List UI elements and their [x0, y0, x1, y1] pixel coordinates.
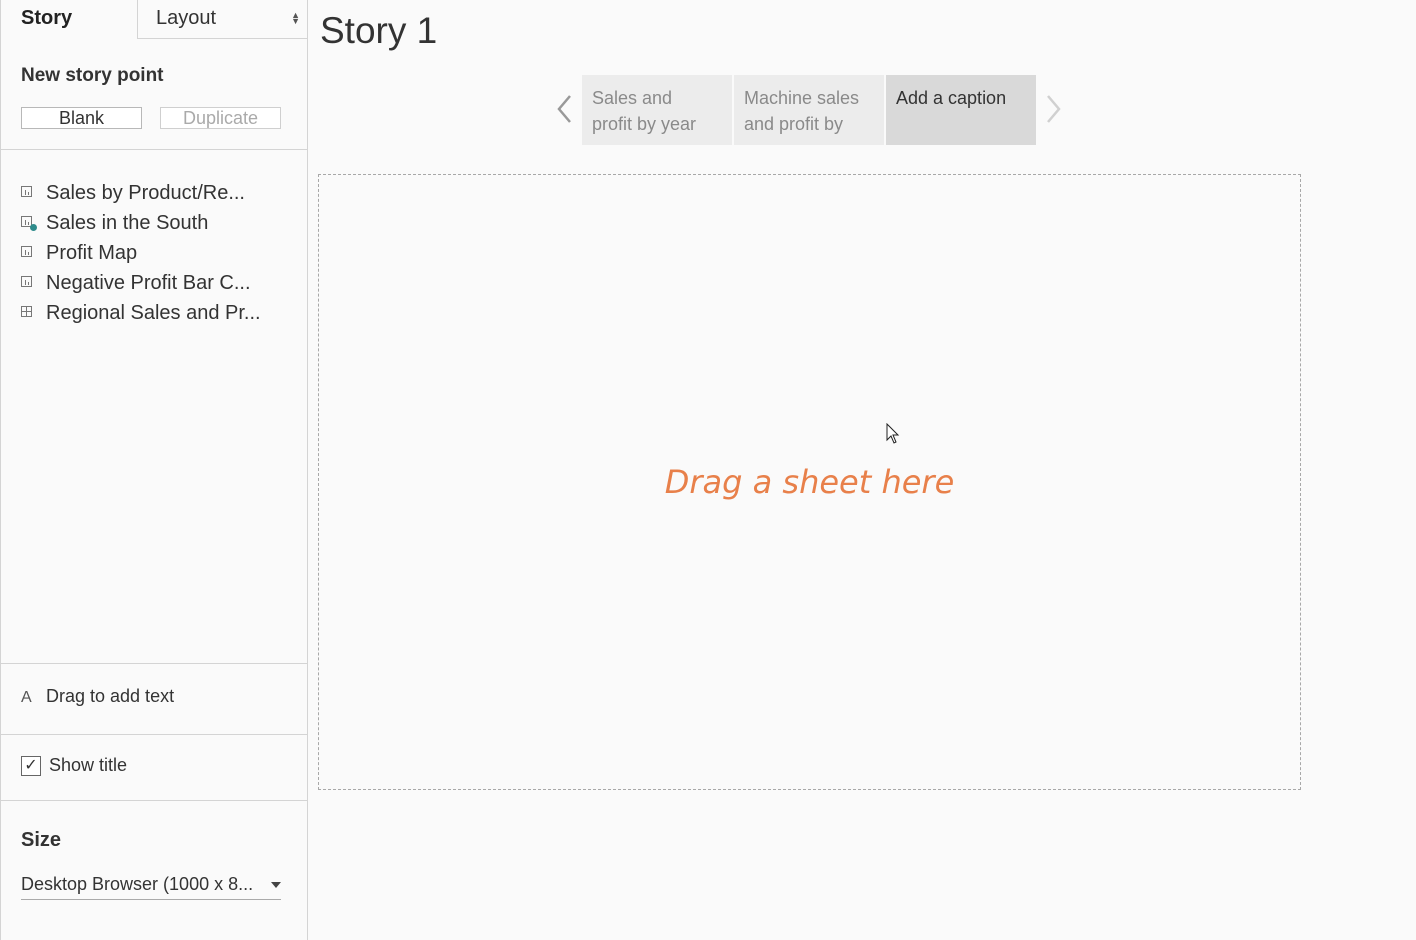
story-point-caption-line: Sales and: [592, 88, 673, 108]
size-heading: Size: [21, 829, 62, 851]
show-title-checkbox[interactable]: ✓: [21, 756, 41, 777]
in-use-dot-icon: [30, 224, 37, 231]
sheet-item-regional-sales[interactable]: Regional Sales and Pr...: [1, 298, 308, 328]
mouse-cursor-icon: [886, 423, 900, 444]
sidebar-tabs: Story Layout ▲ ▼: [1, 0, 308, 39]
sheet-label: Regional Sales and Pr...: [46, 302, 261, 324]
dropdown-arrow-icon: [271, 882, 281, 888]
tab-story[interactable]: Story: [1, 0, 137, 39]
drag-to-add-text[interactable]: A Drag to add text: [21, 686, 174, 707]
story-point-caption-line: profit by year: [592, 114, 697, 134]
worksheet-icon: [21, 246, 32, 257]
worksheet-icon: [21, 276, 32, 287]
previous-arrow-icon[interactable]: [555, 92, 575, 126]
divider: [1, 149, 308, 150]
dashboard-icon: [21, 306, 32, 317]
blank-button[interactable]: Blank: [21, 107, 142, 129]
up-down-arrows-icon: ▲ ▼: [291, 10, 300, 26]
sheet-list: Sales by Product/Re... Sales in the Sout…: [1, 178, 308, 328]
drag-text-label: Drag to add text: [46, 686, 175, 706]
show-title-option[interactable]: ✓ Show title: [21, 755, 128, 777]
sheet-label: Profit Map: [46, 242, 138, 264]
sheet-label: Sales in the South: [46, 212, 209, 234]
sheet-item-profit-map[interactable]: Profit Map: [1, 238, 308, 268]
tab-layout[interactable]: Layout ▲ ▼: [137, 0, 308, 38]
story-point-caption-line: Add a caption: [896, 88, 1007, 108]
divider: [1, 663, 308, 664]
story-sidebar: Story Layout ▲ ▼ New story point Blank Du…: [0, 0, 308, 940]
sheet-drop-zone[interactable]: Drag a sheet here: [318, 174, 1301, 790]
new-story-point-heading: New story point: [21, 65, 164, 86]
sheet-item-negative-profit-bar[interactable]: Negative Profit Bar C...: [1, 268, 308, 298]
sheet-label: Negative Profit Bar C...: [46, 272, 251, 294]
divider: [1, 734, 308, 735]
story-point-1[interactable]: Sales and profit by year: [582, 75, 732, 145]
story-title[interactable]: Story 1: [320, 10, 437, 52]
duplicate-button[interactable]: Duplicate: [160, 107, 281, 129]
drop-hint-text: Drag a sheet here: [664, 463, 955, 501]
divider: [1, 800, 308, 801]
story-point-caption-line: and profit by: [744, 114, 844, 134]
sheet-item-sales-by-product[interactable]: Sales by Product/Re...: [1, 178, 308, 208]
story-point-2[interactable]: Machine sales and profit by: [734, 75, 884, 145]
worksheet-icon: [21, 186, 32, 197]
size-dropdown[interactable]: Desktop Browser (1000 x 8...: [21, 874, 281, 900]
story-point-caption-line: Machine sales: [744, 88, 860, 108]
sheet-item-sales-in-the-south[interactable]: Sales in the South: [1, 208, 308, 238]
sheet-label: Sales by Product/Re...: [46, 182, 245, 204]
size-selected-value: Desktop Browser (1000 x 8...: [21, 874, 254, 894]
show-title-label: Show title: [49, 755, 128, 775]
tab-layout-label: Layout: [156, 7, 217, 29]
text-a-icon: A: [21, 689, 32, 706]
story-point-3-active[interactable]: Add a caption: [886, 75, 1036, 145]
next-arrow-icon[interactable]: [1043, 92, 1063, 126]
